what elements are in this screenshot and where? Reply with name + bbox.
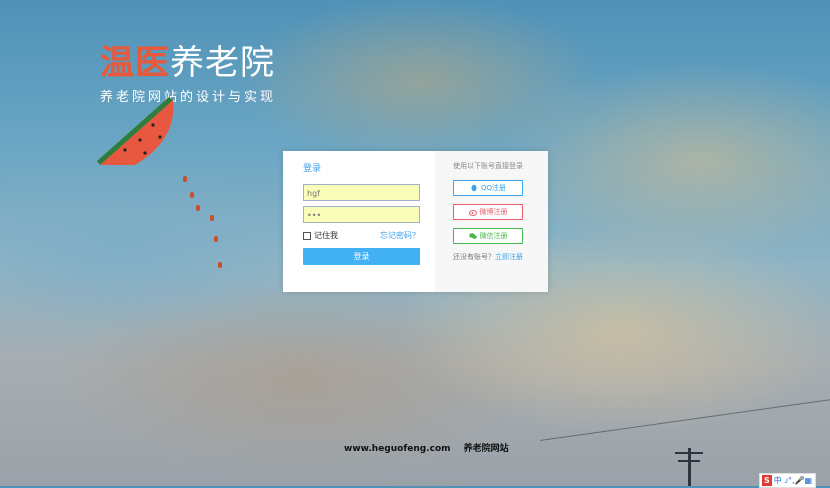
- brand-title-rest: 养老院: [170, 43, 275, 83]
- login-form: 登录 hgf ••• 记住我 忘记密码？ 登录: [283, 151, 435, 292]
- footer: www.heguofeng.com 养老院网站: [344, 441, 519, 454]
- wechat-register-button[interactable]: 微信注册: [453, 228, 523, 244]
- ime-language-toggle[interactable]: 中: [774, 475, 782, 486]
- power-line: [539, 398, 830, 441]
- weibo-register-label: 微博注册: [479, 208, 508, 216]
- forgot-password-link[interactable]: 忘记密码？: [380, 230, 420, 241]
- remember-me[interactable]: 记住我: [303, 230, 338, 241]
- username-input[interactable]: hgf: [303, 184, 420, 201]
- login-panel: 登录 hgf ••• 记住我 忘记密码？ 登录 使用以下账号直接登录 QQ注册 …: [283, 151, 548, 292]
- footer-name: 养老院网站: [463, 444, 509, 454]
- login-button[interactable]: 登录: [303, 248, 420, 265]
- brand-title-accent: 温医: [100, 43, 170, 83]
- wechat-register-label: 微信注册: [479, 232, 508, 240]
- register-prompt-text: 还没有账号？: [453, 253, 495, 261]
- login-options: 记住我 忘记密码？: [303, 230, 420, 241]
- social-login: 使用以下账号直接登录 QQ注册 微博注册 微信注册 还没有账号？立即注册: [435, 151, 548, 292]
- qq-register-button[interactable]: QQ注册: [453, 180, 523, 196]
- register-prompt: 还没有账号？立即注册: [453, 252, 548, 262]
- password-input[interactable]: •••: [303, 206, 420, 223]
- qq-register-label: QQ注册: [480, 184, 507, 192]
- wechat-icon: [468, 233, 477, 239]
- ime-tool-icons[interactable]: ᴊ°,🎤▦: [785, 476, 812, 485]
- login-title: 登录: [303, 164, 322, 174]
- utility-pole-crossbar: [678, 460, 700, 462]
- utility-pole-crossbar: [675, 452, 703, 454]
- weibo-icon: [468, 210, 477, 216]
- footer-site[interactable]: www.heguofeng.com: [344, 444, 451, 454]
- remember-checkbox[interactable]: [303, 231, 311, 240]
- register-link[interactable]: 立即注册: [495, 253, 523, 261]
- social-login-title: 使用以下账号直接登录: [453, 162, 523, 170]
- qq-icon: [471, 184, 477, 192]
- watermelon-illustration: [97, 97, 174, 165]
- brand-title: 温医养老院: [100, 44, 276, 82]
- remember-label: 记住我: [314, 231, 338, 240]
- weibo-register-button[interactable]: 微博注册: [453, 204, 523, 220]
- sogou-logo-icon[interactable]: S: [762, 475, 772, 486]
